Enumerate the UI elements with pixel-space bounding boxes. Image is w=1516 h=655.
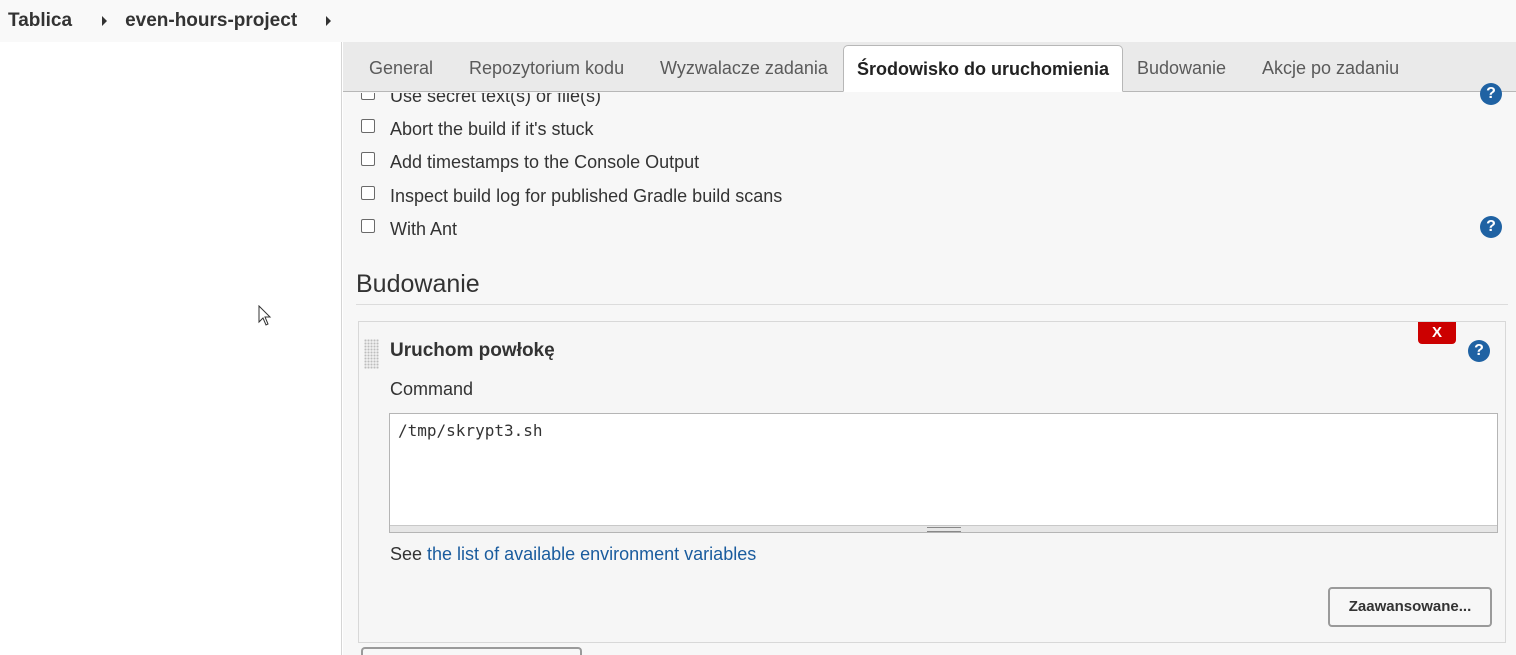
- option-gradle-scans: Inspect build log for published Gradle b…: [361, 185, 782, 207]
- tab-build-environment[interactable]: Środowisko do uruchomienia: [843, 45, 1124, 92]
- tab-post-build[interactable]: Akcje po zadaniu: [1262, 42, 1399, 92]
- gradle-scans-checkbox[interactable]: [361, 186, 375, 200]
- caret-right-icon[interactable]: [326, 16, 332, 26]
- tab-build-triggers[interactable]: Wyzwalacze zadania: [660, 42, 828, 92]
- help-icon[interactable]: ?: [1480, 83, 1502, 105]
- tab-source-code[interactable]: Repozytorium kodu: [469, 42, 624, 92]
- command-label: Command: [390, 379, 474, 399]
- timestamps-checkbox[interactable]: [361, 152, 375, 166]
- section-divider: [356, 304, 1508, 305]
- option-label: Inspect build log for published Gradle b…: [390, 185, 783, 206]
- job-config-panel: General Repozytorium kodu Wyzwalacze zad…: [343, 42, 1516, 655]
- option-abort-stuck: Abort the build if it's stuck: [361, 118, 594, 140]
- command-value[interactable]: /tmp/skrypt3.sh: [398, 421, 543, 440]
- option-label: Abort the build if it's stuck: [390, 118, 594, 139]
- tab-build[interactable]: Budowanie: [1137, 42, 1226, 92]
- option-timestamps: Add timestamps to the Console Output: [361, 151, 699, 173]
- build-step-title: Uruchom powłokę: [390, 340, 555, 361]
- option-label: With Ant: [390, 218, 458, 239]
- mouse-cursor-icon: [258, 305, 272, 326]
- help-icon[interactable]: ?: [1468, 340, 1490, 362]
- tab-general[interactable]: General: [369, 42, 433, 92]
- sidebar: [0, 42, 342, 655]
- advanced-button[interactable]: Zaawansowane...: [1328, 587, 1492, 627]
- add-build-step-button[interactable]: [361, 647, 582, 655]
- breadcrumb-project-link[interactable]: even-hours-project: [125, 10, 297, 32]
- config-tabbar: General Repozytorium kodu Wyzwalacze zad…: [343, 42, 1516, 92]
- section-title-build: Budowanie: [356, 270, 480, 298]
- option-with-ant: With Ant: [361, 218, 457, 240]
- option-label: Add timestamps to the Console Output: [390, 151, 700, 172]
- with-ant-checkbox[interactable]: [361, 219, 375, 233]
- breadcrumb: Tablica even-hours-project: [0, 0, 1516, 42]
- env-vars-link[interactable]: the list of available environment variab…: [427, 544, 756, 564]
- caret-right-icon[interactable]: [102, 16, 108, 26]
- abort-stuck-checkbox[interactable]: [361, 119, 375, 133]
- build-step-shell: Uruchom powłokę X ? Command /tmp/skrypt3…: [358, 321, 1506, 643]
- textarea-resize-handle[interactable]: [390, 525, 1497, 532]
- env-vars-hint: See the list of available environment va…: [390, 544, 756, 565]
- help-icon[interactable]: ?: [1480, 216, 1502, 238]
- delete-step-button[interactable]: X: [1418, 322, 1456, 344]
- command-textarea[interactable]: /tmp/skrypt3.sh: [389, 413, 1498, 533]
- breadcrumb-dashboard-link[interactable]: Tablica: [8, 10, 72, 32]
- env-vars-hint-prefix: See: [390, 544, 428, 564]
- drag-handle-icon[interactable]: [364, 339, 379, 369]
